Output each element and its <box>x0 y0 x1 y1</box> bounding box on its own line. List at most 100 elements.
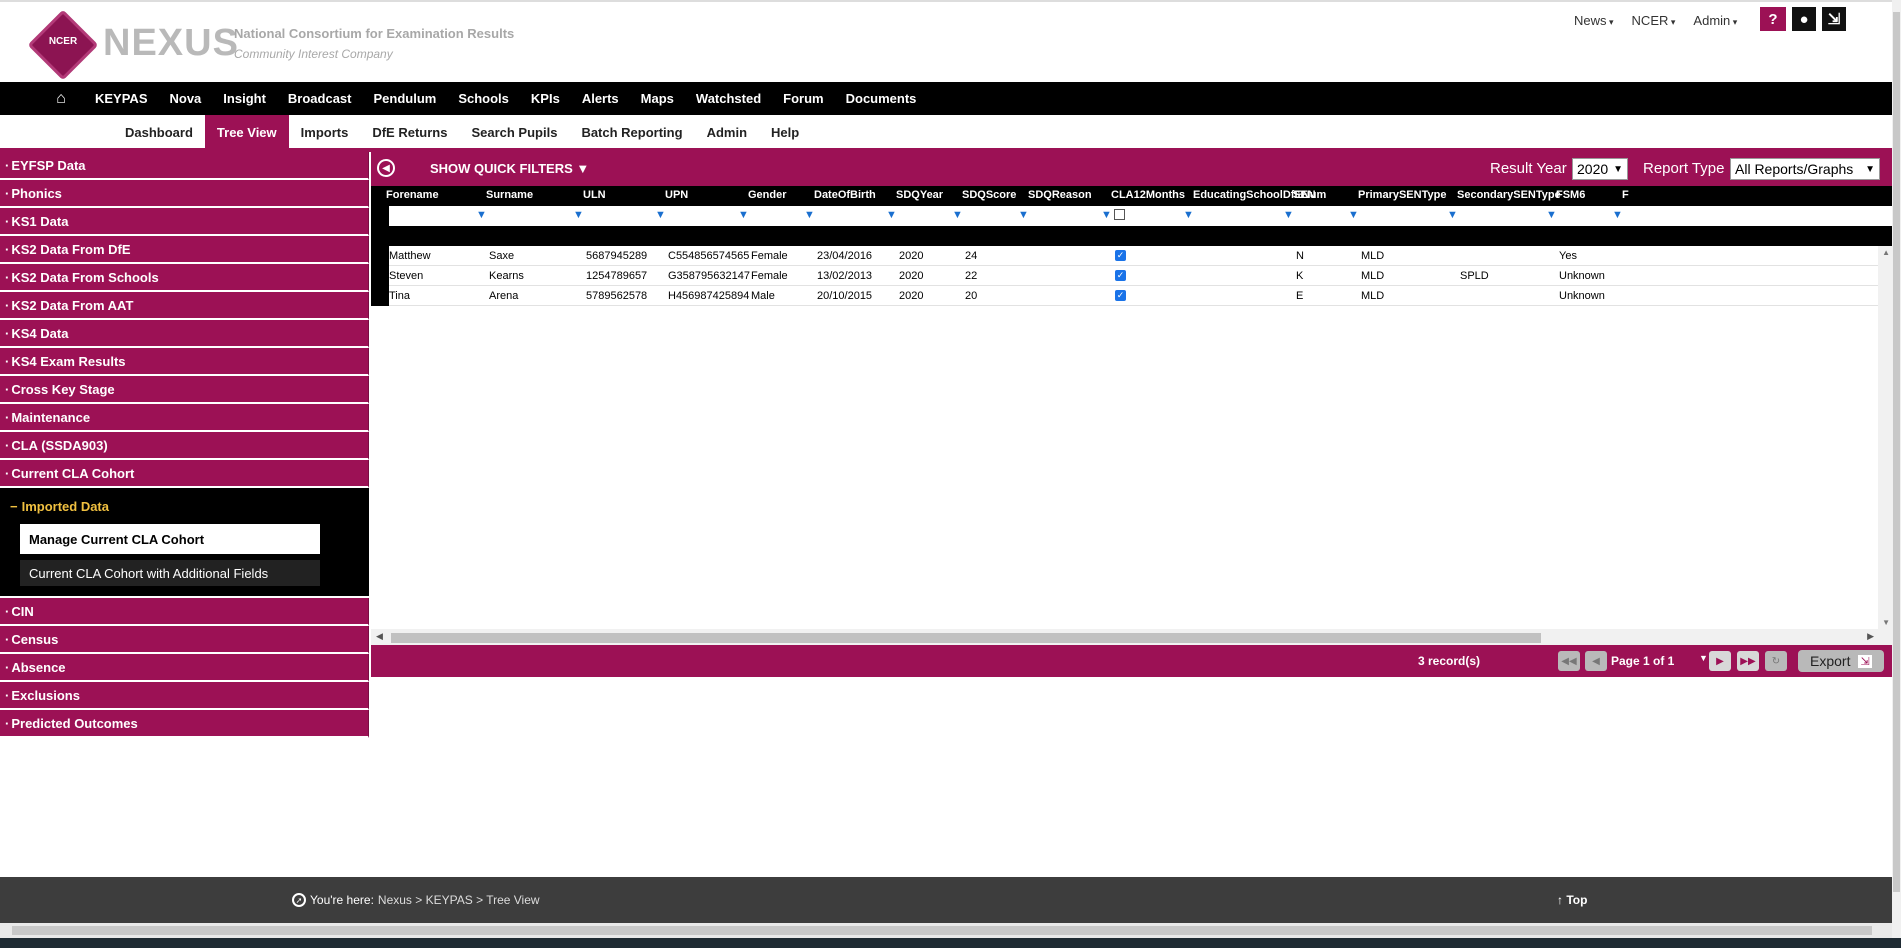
nav-insight[interactable]: Insight <box>223 91 266 106</box>
tree-leaf-selected[interactable]: Manage Current CLA Cohort <box>20 524 320 554</box>
scroll-right-icon[interactable]: ▶ <box>1867 631 1874 642</box>
column-header-fsm6[interactable]: FSM6 <box>1556 189 1585 201</box>
column-header-more[interactable]: F <box>1622 189 1629 201</box>
column-header-sdq-year[interactable]: SDQYear <box>896 189 943 201</box>
nav-schools[interactable]: Schools <box>458 91 509 106</box>
tree-item[interactable]: CLA (SSDA903) <box>0 432 369 460</box>
show-quick-filters-button[interactable]: SHOW QUICK FILTERS ▼ <box>430 161 589 176</box>
tab-admin[interactable]: Admin <box>695 115 759 150</box>
filter-icon[interactable]: ▼ <box>1101 209 1112 221</box>
column-header-surname[interactable]: Surname <box>486 189 533 201</box>
filter-icon[interactable]: ▼ <box>952 209 963 221</box>
tree-item[interactable]: KS4 Exam Results <box>0 348 369 376</box>
row-selector[interactable] <box>371 246 389 266</box>
previous-page-icon[interactable]: ◀ <box>1585 651 1607 671</box>
filter-icon[interactable]: ▼ <box>1447 209 1458 221</box>
page-select-icon[interactable]: ▼ <box>1699 653 1708 663</box>
help-icon[interactable]: ? <box>1760 7 1786 31</box>
tree-item[interactable]: EYFSP Data <box>0 152 369 180</box>
tree-item[interactable]: KS1 Data <box>0 208 369 236</box>
export-button[interactable]: Export <box>1798 650 1884 672</box>
home-icon[interactable]: ⌂ <box>48 90 74 108</box>
column-header-sen[interactable]: SEN <box>1293 189 1316 201</box>
ncer-menu[interactable]: NCER <box>1632 13 1676 28</box>
column-header-uln[interactable]: ULN <box>583 189 606 201</box>
last-page-icon[interactable]: ▶▶ <box>1737 651 1759 671</box>
collapse-panel-icon[interactable]: ◀ <box>377 159 395 177</box>
scroll-down-icon[interactable]: ▼ <box>1882 618 1890 627</box>
tree-item[interactable]: KS2 Data From Schools <box>0 264 369 292</box>
next-page-icon[interactable]: ▶ <box>1709 651 1731 671</box>
nav-keypas[interactable]: KEYPAS <box>95 91 148 106</box>
tree-item[interactable]: Absence <box>0 654 369 682</box>
breadcrumb-trail[interactable]: Nexus > KEYPAS > Tree View <box>378 893 540 907</box>
news-menu[interactable]: News <box>1574 13 1614 28</box>
scroll-left-icon[interactable]: ◀ <box>376 631 383 642</box>
tree-item[interactable]: KS2 Data From DfE <box>0 236 369 264</box>
tree-item[interactable]: Exclusions <box>0 682 369 710</box>
filter-icon[interactable]: ▼ <box>804 209 815 221</box>
scroll-up-icon[interactable]: ▲ <box>1882 248 1890 257</box>
back-to-top-link[interactable]: ↑ Top <box>1557 893 1587 907</box>
table-row[interactable]: Matthew Saxe 5687945289 C554856574565 Female… <box>371 246 1878 266</box>
column-header-sdq-reason[interactable]: SDQReason <box>1028 189 1092 201</box>
filter-icon[interactable]: ▼ <box>1348 209 1359 221</box>
cla12months-checkbox[interactable]: ✓ <box>1115 250 1126 261</box>
filter-icon[interactable]: ▼ <box>1183 209 1194 221</box>
tree-item[interactable]: Maintenance <box>0 404 369 432</box>
scrollbar-thumb[interactable] <box>391 633 1541 643</box>
tab-batch-reporting[interactable]: Batch Reporting <box>569 115 694 150</box>
first-page-icon[interactable]: ◀◀ <box>1558 651 1580 671</box>
filter-icon[interactable]: ▼ <box>655 209 666 221</box>
tab-dfe-returns[interactable]: DfE Returns <box>360 115 459 150</box>
row-selector[interactable] <box>371 266 389 286</box>
refresh-icon[interactable]: ↻ <box>1765 651 1787 671</box>
logo-wordmark[interactable]: NEXUS <box>103 22 239 65</box>
tree-item[interactable]: Cross Key Stage <box>0 376 369 404</box>
page-horizontal-scrollbar[interactable] <box>0 923 1892 938</box>
user-icon[interactable]: ● <box>1792 7 1816 31</box>
tab-search-pupils[interactable]: Search Pupils <box>459 115 569 150</box>
filter-icon[interactable]: ▼ <box>1018 209 1029 221</box>
tree-item[interactable]: KS4 Data <box>0 320 369 348</box>
cla12months-checkbox[interactable]: ✓ <box>1115 290 1126 301</box>
tree-item[interactable]: CIN <box>0 598 369 626</box>
filter-icon[interactable]: ▼ <box>886 209 897 221</box>
table-row[interactable]: Steven Kearns 1254789657 G358795632147 Femal… <box>371 266 1878 286</box>
nav-watchsted[interactable]: Watchsted <box>696 91 761 106</box>
filter-icon[interactable]: ▼ <box>1612 209 1623 221</box>
tree-item[interactable]: Census <box>0 626 369 654</box>
filter-icon[interactable]: ▼ <box>738 209 749 221</box>
grid-horizontal-scrollbar[interactable]: ◀ ▶ <box>371 629 1892 645</box>
column-header-sdq-score[interactable]: SDQScore <box>962 189 1016 201</box>
logout-icon[interactable]: ⇲ <box>1822 7 1846 31</box>
nav-kpis[interactable]: KPIs <box>531 91 560 106</box>
page-vertical-scrollbar[interactable] <box>1892 0 1901 938</box>
nav-alerts[interactable]: Alerts <box>582 91 619 106</box>
column-header-date-of-birth[interactable]: DateOfBirth <box>814 189 876 201</box>
tree-subfolder[interactable]: Imported Data <box>0 494 369 518</box>
table-row[interactable]: Tina Arena 5789562578 H456987425894 Male 20/1… <box>371 286 1878 306</box>
column-header-upn[interactable]: UPN <box>665 189 688 201</box>
nav-pendulum[interactable]: Pendulum <box>373 91 436 106</box>
admin-menu[interactable]: Admin <box>1693 13 1737 28</box>
filter-icon[interactable]: ▼ <box>1546 209 1557 221</box>
cla12months-checkbox[interactable]: ✓ <box>1115 270 1126 281</box>
scrollbar-thumb[interactable] <box>1893 12 1900 892</box>
tree-item[interactable]: Predicted Outcomes <box>0 710 369 738</box>
tab-help[interactable]: Help <box>759 115 811 150</box>
tree-item[interactable]: Current CLA Cohort <box>0 460 369 488</box>
filter-checkbox[interactable] <box>1114 209 1125 220</box>
tab-tree-view[interactable]: Tree View <box>204 115 289 150</box>
filter-icon[interactable]: ▼ <box>573 209 584 221</box>
report-type-select[interactable]: All Reports/Graphs ▼ <box>1730 158 1880 180</box>
column-header-secondary-sen-type[interactable]: SecondarySENType <box>1457 189 1561 201</box>
row-selector[interactable] <box>371 286 389 306</box>
nav-documents[interactable]: Documents <box>846 91 917 106</box>
nav-maps[interactable]: Maps <box>641 91 674 106</box>
filter-icon[interactable]: ▼ <box>476 209 487 221</box>
nav-broadcast[interactable]: Broadcast <box>288 91 352 106</box>
tab-imports[interactable]: Imports <box>289 115 361 150</box>
tree-item[interactable]: Phonics <box>0 180 369 208</box>
result-year-select[interactable]: 2020 ▼ <box>1572 158 1628 180</box>
